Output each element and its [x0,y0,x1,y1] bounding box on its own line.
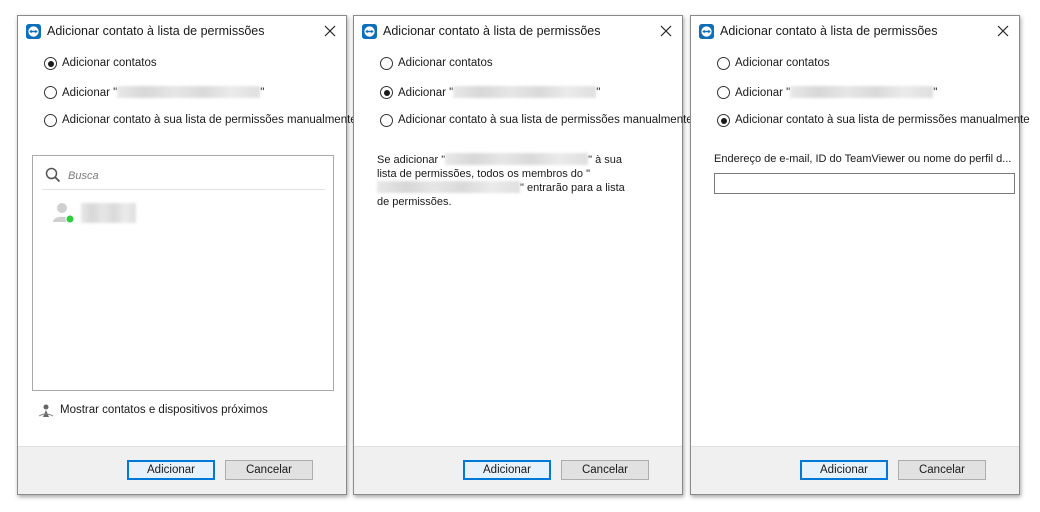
radio-button[interactable] [717,114,730,127]
close-icon[interactable] [320,21,340,41]
redacted-name [377,181,520,193]
group-info-text: Se adicionar " " à sua lista de permissõe… [377,153,637,209]
dialog-footer: Adicionar Cancelar [691,446,1019,494]
radio-button[interactable] [44,57,57,70]
label-suffix: " [260,87,265,99]
dialog-title: Adicionar contato à lista de permissões [383,24,601,38]
label-suffix: " [933,87,938,99]
add-contacts-dialog: Adicionar contato à lista de permissões … [17,15,357,495]
dialog-title: Adicionar contato à lista de permissões [47,24,265,38]
radio-label: Adicionar contato à sua lista de permiss… [62,114,357,126]
contact-id-input[interactable] [714,173,1015,194]
radio-label: Adicionar contatos [398,57,493,69]
radio-button[interactable] [717,86,730,99]
cancel-button[interactable]: Cancelar [561,460,649,480]
contact-list-panel [32,155,334,391]
dialog-footer: Adicionar Cancelar [354,446,682,494]
teamviewer-icon [362,24,377,39]
radio-button[interactable] [380,57,393,70]
radio-button[interactable] [380,86,393,99]
label-prefix: Adicionar " [735,87,791,99]
person-icon [53,203,75,224]
search-icon [45,167,61,183]
dialog-footer: Adicionar Cancelar [18,446,346,494]
cancel-button[interactable]: Cancelar [898,460,986,480]
close-icon[interactable] [656,21,676,41]
radio-button[interactable] [380,114,393,127]
add-button[interactable]: Adicionar [127,460,215,480]
add-group-dialog: Adicionar contato à lista de permissões … [353,15,693,495]
contact-field-label: Endereço de e-mail, ID do TeamViewer ou … [714,153,1012,165]
teamviewer-icon [699,24,714,39]
radio-label: Adicionar contatos [735,57,830,69]
radio-label: Adicionar contato à sua lista de permiss… [398,114,693,126]
add-button[interactable]: Adicionar [463,460,551,480]
label-prefix: Adicionar " [398,87,454,99]
title-bar: Adicionar contato à lista de permissões [354,16,682,46]
radio-label: Adicionar " " [398,86,600,99]
cancel-button[interactable]: Cancelar [225,460,313,480]
radio-label: Adicionar contato à sua lista de permiss… [735,114,1030,126]
radio-button[interactable] [717,57,730,70]
contact-list-item[interactable] [51,200,151,226]
radio-label: Adicionar " " [62,86,264,99]
nearby-label: Mostrar contatos e dispositivos próximos [60,404,268,416]
radio-label: Adicionar " " [735,86,937,99]
redacted-name [790,86,934,98]
label-prefix: Adicionar " [62,87,118,99]
redacted-name [453,86,597,98]
nearby-icon [38,404,54,417]
redacted-name [445,153,589,165]
radio-label: Adicionar contatos [62,57,157,69]
search-input[interactable] [66,166,320,186]
redacted-name [117,86,261,98]
close-icon[interactable] [993,21,1013,41]
label-suffix: " [596,87,601,99]
radio-button[interactable] [44,114,57,127]
radio-button[interactable] [44,86,57,99]
search-bar [42,164,325,190]
teamviewer-icon [26,24,41,39]
title-bar: Adicionar contato à lista de permissões [691,16,1019,46]
add-button[interactable]: Adicionar [800,460,888,480]
info-part-1: Se adicionar " [377,154,446,166]
dialog-title: Adicionar contato à lista de permissões [720,24,938,38]
title-bar: Adicionar contato à lista de permissões [18,16,346,46]
redacted-contact-name [81,203,136,223]
add-manually-dialog: Adicionar contato à lista de permissões … [690,15,1030,495]
